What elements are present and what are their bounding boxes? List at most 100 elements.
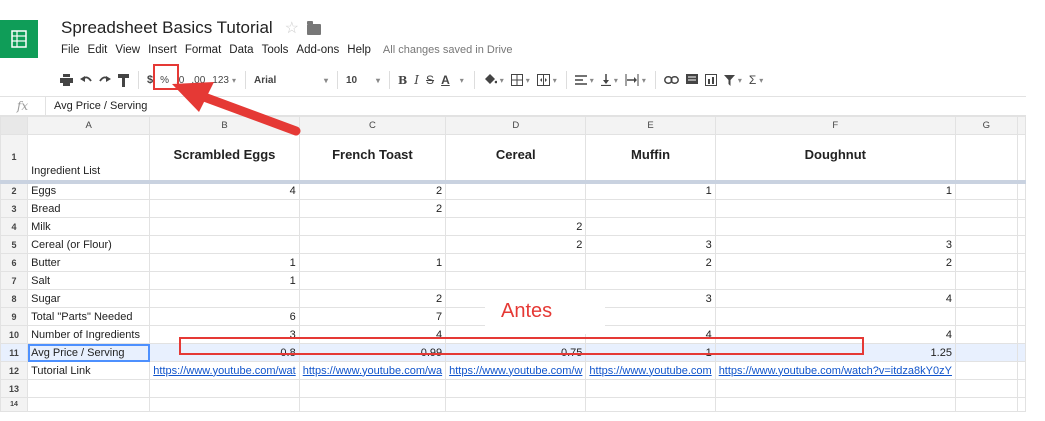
cell[interactable]: https://www.youtube.com/wa <box>298 361 447 380</box>
menu-help[interactable]: Help <box>347 44 371 56</box>
menu-insert[interactable]: Insert <box>148 44 177 56</box>
column-header-a[interactable]: A <box>27 116 151 135</box>
column-header-b[interactable]: B <box>149 116 300 135</box>
cell[interactable]: Butter <box>27 253 151 272</box>
cell[interactable]: 2 <box>298 181 447 200</box>
row-header[interactable]: 4 <box>0 217 29 236</box>
cell[interactable] <box>298 217 447 236</box>
cell[interactable] <box>954 307 1018 326</box>
cell[interactable] <box>714 397 956 412</box>
save-status[interactable]: All changes saved in Drive <box>383 44 513 56</box>
increase-decimal-button[interactable]: .00 <box>191 70 205 90</box>
formula-input[interactable]: Avg Price / Serving <box>46 100 147 112</box>
tutorial-link[interactable]: https://www.youtube.com/w <box>449 365 582 377</box>
cell[interactable]: Number of Ingredients <box>27 325 151 344</box>
cell[interactable]: Total "Parts" Needed <box>27 307 151 326</box>
cell[interactable]: 7 <box>298 307 447 326</box>
tutorial-link[interactable]: https://www.youtube.com/wat <box>153 365 295 377</box>
cell[interactable] <box>585 307 716 326</box>
row-header[interactable]: 12 <box>0 361 29 380</box>
select-all-corner[interactable] <box>0 116 29 135</box>
cell[interactable] <box>585 271 716 290</box>
cell[interactable] <box>714 379 956 398</box>
cell[interactable] <box>149 235 300 254</box>
cell[interactable]: 1 <box>585 343 716 362</box>
menu-tools[interactable]: Tools <box>262 44 289 56</box>
fill-color-icon[interactable]: ▾ <box>483 70 504 90</box>
cell[interactable]: Tutorial Link <box>27 361 151 380</box>
tutorial-link[interactable]: https://www.youtube.com/watch?v=itdza8kY… <box>719 365 952 377</box>
chevron-down-icon[interactable]: ▾ <box>460 76 464 85</box>
cell[interactable]: 1 <box>585 181 716 200</box>
cell[interactable] <box>445 199 587 218</box>
row-header[interactable]: 9 <box>0 307 29 326</box>
menu-edit[interactable]: Edit <box>88 44 108 56</box>
column-header-d[interactable]: D <box>445 116 587 135</box>
cell[interactable]: Cereal (or Flour) <box>27 235 151 254</box>
cell[interactable]: 1 <box>714 181 956 200</box>
cell[interactable] <box>1016 343 1027 362</box>
cell[interactable]: Ingredient List <box>27 134 151 184</box>
cell[interactable] <box>1016 253 1027 272</box>
star-icon[interactable]: ☆ <box>285 18 299 38</box>
cell[interactable]: 3 <box>149 325 300 344</box>
column-header-g[interactable]: G <box>954 116 1018 135</box>
cell[interactable]: https://www.youtube.com/wat <box>149 361 300 380</box>
row-header[interactable]: 14 <box>0 397 29 412</box>
cell[interactable] <box>954 181 1018 200</box>
cell[interactable] <box>1016 271 1027 290</box>
row-header[interactable]: 3 <box>0 199 29 218</box>
cell[interactable]: Doughnut <box>714 134 956 184</box>
vertical-align-icon[interactable]: ▾ <box>600 70 618 90</box>
merge-cells-icon[interactable]: ▾ <box>536 70 557 90</box>
cell[interactable] <box>149 397 300 412</box>
cell[interactable]: 2 <box>298 199 447 218</box>
cell[interactable] <box>149 379 300 398</box>
cell[interactable]: 4 <box>298 325 447 344</box>
cell[interactable]: https://www.youtube.com/watch?v=itdza8kY… <box>714 361 956 380</box>
italic-button[interactable]: I <box>414 70 419 90</box>
cell[interactable]: Eggs <box>27 181 151 200</box>
cell[interactable] <box>298 235 447 254</box>
text-wrap-icon[interactable]: ▾ <box>625 70 646 90</box>
borders-icon[interactable]: ▾ <box>510 70 530 90</box>
cell[interactable] <box>714 199 956 218</box>
cell[interactable]: 3 <box>585 289 716 308</box>
cell[interactable]: 1 <box>149 271 300 290</box>
row-header[interactable]: 7 <box>0 271 29 290</box>
column-header-c[interactable]: C <box>298 116 447 135</box>
link-icon[interactable] <box>663 70 679 90</box>
filter-icon[interactable]: ▾ <box>723 70 742 90</box>
cell[interactable]: Milk <box>27 217 151 236</box>
cell[interactable] <box>1016 379 1027 398</box>
cell[interactable]: 4 <box>585 325 716 344</box>
menu-format[interactable]: Format <box>185 44 221 56</box>
cell[interactable] <box>27 379 151 398</box>
cell[interactable] <box>1016 289 1027 308</box>
font-family-select[interactable]: Arial ▾ <box>254 70 328 90</box>
menu-data[interactable]: Data <box>229 44 253 56</box>
cell[interactable] <box>585 217 716 236</box>
cell[interactable]: 2 <box>714 253 956 272</box>
cell[interactable] <box>1016 181 1027 200</box>
cell[interactable] <box>445 271 587 290</box>
cell[interactable] <box>149 217 300 236</box>
cell[interactable] <box>445 253 587 272</box>
cell[interactable] <box>954 379 1018 398</box>
row-header[interactable]: 1 <box>0 134 29 184</box>
cell[interactable]: 4 <box>149 181 300 200</box>
cell[interactable] <box>954 271 1018 290</box>
cell[interactable] <box>954 397 1018 412</box>
cell[interactable] <box>1016 134 1027 184</box>
row-header[interactable]: 6 <box>0 253 29 272</box>
cell[interactable]: 1.25 <box>714 343 956 362</box>
cell[interactable] <box>954 325 1018 344</box>
cell[interactable]: 2 <box>445 235 587 254</box>
cell[interactable]: https://www.youtube.com/w <box>445 361 587 380</box>
cell[interactable] <box>149 289 300 308</box>
cell[interactable] <box>954 361 1018 380</box>
column-header-e[interactable]: E <box>585 116 716 135</box>
column-header-f[interactable]: F <box>714 116 956 135</box>
cell[interactable] <box>1016 397 1027 412</box>
font-size-select[interactable]: 10 ▾ <box>346 70 380 90</box>
